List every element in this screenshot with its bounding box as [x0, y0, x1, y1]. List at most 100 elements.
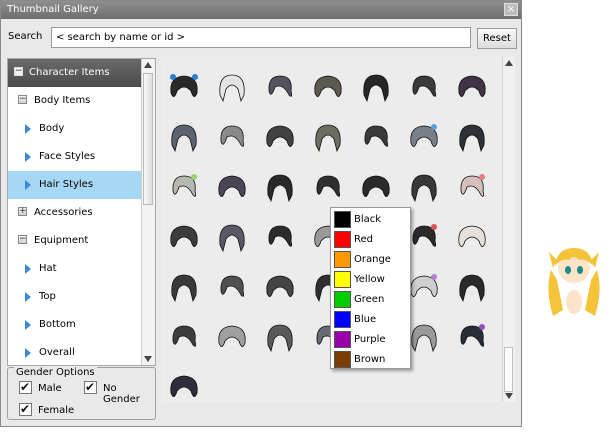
hairstyle-thumbnail[interactable] [407, 71, 441, 103]
color-option-orange[interactable]: Orange [333, 249, 409, 269]
minus-box-icon[interactable]: − [18, 95, 27, 104]
hairstyle-thumbnail[interactable] [311, 121, 345, 153]
female-checkbox[interactable] [19, 402, 32, 416]
hairstyle-thumbnail[interactable] [407, 221, 441, 253]
color-swatch [334, 211, 351, 228]
color-option-label: Purple [354, 334, 386, 345]
tree-item-equipment[interactable]: − Equipment [8, 227, 142, 255]
hairstyle-thumbnail[interactable] [455, 271, 489, 303]
hairstyle-thumbnail[interactable] [359, 121, 393, 153]
color-option-yellow[interactable]: Yellow [333, 269, 409, 289]
hair-icon [218, 175, 246, 197]
tree-item-overall[interactable]: Overall [8, 339, 142, 367]
color-swatch [334, 291, 351, 308]
hairstyle-thumbnail[interactable] [263, 171, 297, 203]
hairstyle-thumbnail[interactable] [455, 221, 489, 253]
color-option-red[interactable]: Red [333, 229, 409, 249]
hairstyle-thumbnail[interactable] [215, 321, 249, 353]
gallery-scrollbar[interactable] [502, 57, 515, 402]
hairstyle-thumbnail[interactable] [263, 71, 297, 103]
category-tree: − Character Items − Body Items Body Face Styl… [7, 58, 156, 366]
minus-box-icon[interactable]: − [14, 67, 23, 76]
tree-item-character-items[interactable]: − Character Items [8, 59, 142, 87]
hairstyle-thumbnail[interactable] [167, 271, 201, 303]
hairstyle-thumbnail[interactable] [455, 321, 489, 353]
hairstyle-thumbnail[interactable] [263, 271, 297, 303]
tree-item-hair-styles[interactable]: Hair Styles [8, 171, 142, 199]
hair-icon [458, 225, 486, 247]
hairstyle-thumbnail[interactable] [359, 71, 393, 103]
tree-scrollbar[interactable] [141, 59, 155, 365]
hair-icon [364, 125, 389, 147]
triangle-right-icon[interactable] [25, 348, 31, 358]
scroll-thumb[interactable] [504, 347, 513, 392]
scroll-up-arrow-icon[interactable] [144, 62, 152, 68]
hairstyle-thumbnail[interactable] [167, 171, 201, 203]
hairstyle-thumbnail[interactable] [311, 171, 345, 203]
tree-item-face-styles[interactable]: Face Styles [8, 143, 142, 171]
hairstyle-thumbnail[interactable] [167, 221, 201, 253]
tree-item-body-items[interactable]: − Body Items [8, 87, 142, 115]
hairstyle-thumbnail[interactable] [215, 71, 249, 103]
minus-box-icon[interactable]: − [18, 235, 27, 244]
hairstyle-thumbnail[interactable] [167, 121, 201, 153]
hairstyle-thumbnail[interactable] [407, 121, 441, 153]
triangle-right-icon[interactable] [25, 180, 31, 190]
male-label: Male [38, 383, 62, 394]
hairstyle-thumbnail[interactable] [455, 71, 489, 103]
hairstyle-thumbnail[interactable] [311, 71, 345, 103]
hairstyle-thumbnail[interactable] [215, 221, 249, 253]
scroll-thumb[interactable] [143, 73, 153, 205]
hair-icon [170, 375, 198, 397]
hair-icon [267, 324, 293, 353]
hairstyle-thumbnail[interactable] [215, 121, 249, 153]
hair-icon [171, 124, 197, 153]
hair-icon [316, 175, 341, 197]
tree-item-hat[interactable]: Hat [8, 255, 142, 283]
hairstyle-thumbnail[interactable] [359, 171, 393, 203]
triangle-right-icon[interactable] [25, 264, 31, 274]
plus-box-icon[interactable]: + [18, 207, 27, 216]
hairstyle-thumbnail[interactable] [167, 321, 201, 353]
title-bar[interactable]: Thumbnail Gallery × [1, 1, 521, 19]
scroll-down-arrow-icon[interactable] [505, 393, 513, 399]
hairstyle-thumbnail[interactable] [215, 171, 249, 203]
color-option-blue[interactable]: Blue [333, 309, 409, 329]
color-option-brown[interactable]: Brown [333, 349, 409, 369]
no-gender-checkbox[interactable] [84, 380, 97, 394]
scroll-down-arrow-icon[interactable] [144, 356, 152, 362]
triangle-right-icon[interactable] [25, 152, 31, 162]
hairstyle-thumbnail[interactable] [455, 121, 489, 153]
triangle-right-icon[interactable] [25, 320, 31, 330]
hairstyle-thumbnail[interactable] [407, 321, 441, 353]
hairstyle-thumbnail[interactable] [167, 371, 201, 402]
hairstyle-thumbnail[interactable] [263, 121, 297, 153]
hairstyle-thumbnail[interactable] [263, 321, 297, 353]
hairstyle-thumbnail[interactable] [455, 171, 489, 203]
hairstyle-thumbnail[interactable] [263, 221, 297, 253]
no-gender-label: No Gender [103, 383, 140, 405]
color-option-black[interactable]: Black [333, 209, 409, 229]
male-checkbox[interactable] [19, 380, 32, 394]
tree-item-top[interactable]: Top [8, 283, 142, 311]
tree-item-bottom[interactable]: Bottom [8, 311, 142, 339]
color-swatch [334, 231, 351, 248]
tree-item-accessories[interactable]: + Accessories [8, 199, 142, 227]
hair-icon [219, 224, 245, 253]
hairstyle-thumbnail[interactable] [407, 271, 441, 303]
hairstyle-thumbnail[interactable] [167, 71, 201, 103]
color-option-purple[interactable]: Purple [333, 329, 409, 349]
search-input[interactable] [51, 27, 471, 48]
color-option-label: Black [354, 214, 382, 225]
hairstyle-thumbnail[interactable] [215, 271, 249, 303]
tree-item-body[interactable]: Body [8, 115, 142, 143]
hair-icon [412, 75, 437, 97]
close-button[interactable]: × [504, 3, 518, 16]
reset-button[interactable]: Reset [477, 28, 517, 49]
triangle-right-icon[interactable] [25, 124, 31, 134]
triangle-right-icon[interactable] [25, 292, 31, 302]
gender-options-title: Gender Options [14, 367, 97, 378]
hairstyle-thumbnail[interactable] [407, 171, 441, 203]
color-option-green[interactable]: Green [333, 289, 409, 309]
scroll-up-arrow-icon[interactable] [505, 60, 513, 66]
